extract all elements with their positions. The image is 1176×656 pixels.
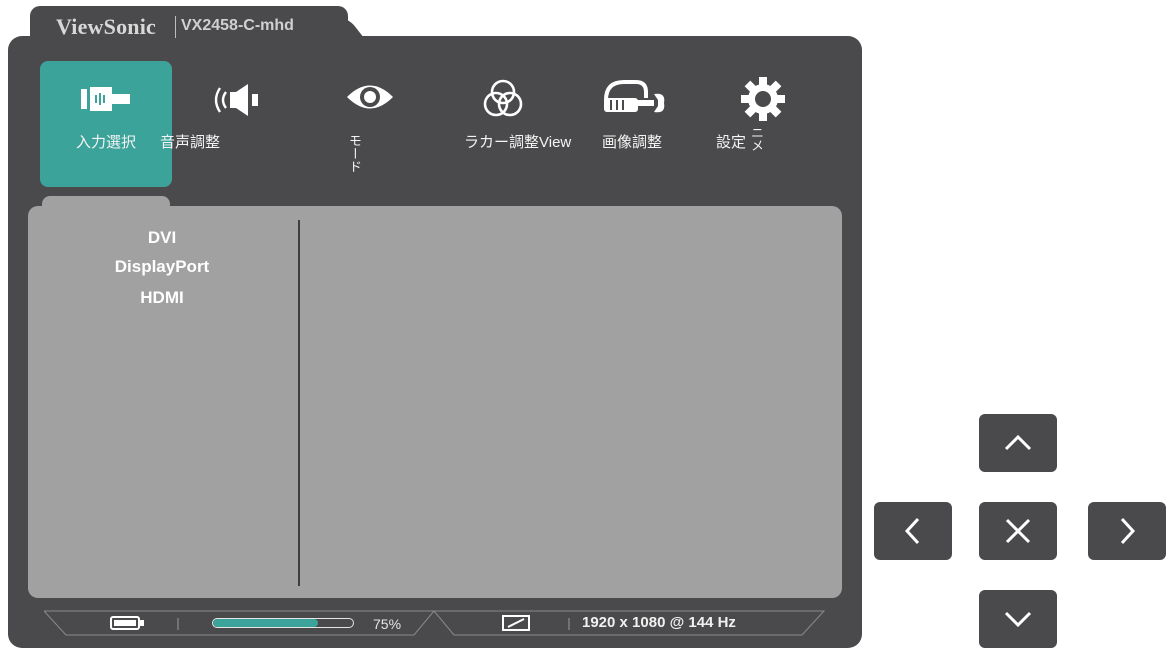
aspect-ratio-icon (502, 615, 530, 631)
down-arrow-icon (1004, 611, 1032, 628)
tab-label: モード (347, 134, 362, 173)
tab-label: ラカー調整View (464, 134, 572, 151)
up-arrow-icon (1004, 434, 1032, 451)
nav-close-button[interactable] (979, 502, 1057, 560)
tab-label-vertical: ニメ (749, 126, 764, 152)
nav-right-button[interactable] (1088, 502, 1166, 560)
submenu-item-hdmi[interactable]: HDMI (28, 288, 296, 308)
title-separator (175, 16, 176, 38)
submenu-item-displayport[interactable]: DisplayPort (28, 257, 296, 277)
progress-bar (212, 618, 354, 628)
wrench-hand-icon (604, 80, 665, 113)
right-arrow-icon (1120, 517, 1136, 545)
close-icon (1005, 518, 1031, 544)
tab-audio[interactable]: 音声調整 (160, 70, 270, 180)
speaker-icon (214, 84, 258, 116)
nav-up-button[interactable] (979, 414, 1057, 472)
tab-color[interactable]: ラカー調整View (460, 70, 584, 180)
eye-icon (347, 85, 393, 109)
brand-logo: ViewSonic (56, 14, 156, 39)
tab-label: 入力選択 (75, 134, 136, 151)
progress-fill (213, 619, 318, 627)
tab-label: 音声調整 (160, 134, 221, 151)
input-icon (81, 87, 130, 111)
gear-icon (741, 77, 785, 121)
left-arrow-icon (904, 517, 920, 545)
content-divider (298, 220, 300, 586)
resolution-readout: 1920 x 1080 @ 144 Hz (582, 614, 736, 631)
tab-input[interactable]: 入力選択 (40, 61, 172, 187)
tab-settings[interactable]: 設定 ニメ (712, 70, 792, 180)
nav-left-button[interactable] (874, 502, 952, 560)
progress-label: 75% (373, 616, 402, 632)
nav-down-button[interactable] (979, 590, 1057, 648)
tab-mode[interactable]: モード (330, 70, 410, 180)
tab-label: 画像調整 (602, 134, 663, 151)
model-name: VX2458-C-mhd (181, 17, 294, 34)
color-circles-icon (483, 79, 523, 117)
tab-label: 設定 (716, 134, 747, 151)
submenu-item-dvi[interactable]: DVI (28, 228, 296, 248)
battery-icon (110, 616, 144, 630)
tab-image[interactable]: 画像調整 (598, 70, 678, 180)
